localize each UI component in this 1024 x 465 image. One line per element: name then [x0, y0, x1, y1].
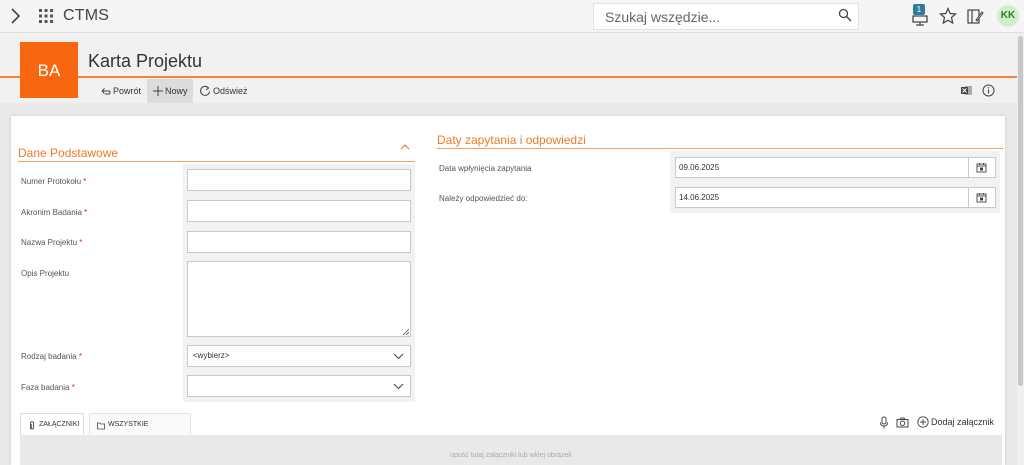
- protocol-number-label: Numer Protokołu *: [21, 177, 87, 186]
- tab-attachments-label: ZAŁĄCZNIKI: [39, 421, 80, 428]
- calendar-icon[interactable]: [976, 162, 987, 173]
- attachment-drop-zone[interactable]: [20, 435, 1002, 465]
- study-acronym-input[interactable]: [187, 200, 411, 222]
- add-circle-icon: [917, 416, 929, 428]
- resize-handle-icon[interactable]: [402, 328, 409, 335]
- search-icon[interactable]: [838, 8, 852, 22]
- plus-icon: [153, 86, 163, 96]
- study-type-select[interactable]: <wybierz>: [187, 345, 411, 367]
- info-icon[interactable]: [982, 84, 995, 97]
- paperclip-icon: [30, 421, 34, 430]
- chevron-down-icon: [393, 353, 404, 360]
- app-title[interactable]: CTMS: [63, 7, 109, 25]
- back-arrow-icon: [101, 88, 111, 95]
- calendar-icon[interactable]: [976, 192, 987, 203]
- study-acronym-label: Akronim Badania *: [21, 208, 88, 217]
- project-badge: BA: [20, 42, 78, 98]
- user-avatar[interactable]: KK: [997, 5, 1019, 27]
- favorite-star-icon[interactable]: [939, 7, 957, 25]
- refresh-icon: [200, 85, 210, 96]
- page-title: Karta Projektu: [88, 51, 203, 71]
- new-button[interactable]: Nowy: [147, 79, 193, 103]
- study-phase-label: Faza badania *: [21, 383, 75, 392]
- dates-section-underline: [437, 148, 1003, 149]
- tab-all-attachments[interactable]: WSZYSTKIE ZAŁĄCZNIKI: [89, 413, 191, 450]
- response-due-label: Należy odpowiedzieć do:: [439, 194, 528, 203]
- project-name-label: Nazwa Projektu *: [21, 238, 83, 247]
- response-due-input[interactable]: 14.06.2025: [675, 187, 996, 208]
- camera-icon[interactable]: [896, 417, 909, 428]
- project-name-input[interactable]: [187, 231, 411, 253]
- tab-attachments[interactable]: ZAŁĄCZNIKI: [20, 413, 84, 435]
- edit-panel-icon[interactable]: [966, 7, 984, 25]
- refresh-label: Odśwież: [213, 86, 248, 96]
- notification-badge: 1: [913, 4, 925, 15]
- add-attachment-label: Dodaj załącznik: [931, 417, 995, 427]
- inquiry-date-label: Data wpłynięcia zapytania: [439, 164, 532, 173]
- app-launcher-icon[interactable]: [39, 9, 53, 23]
- study-phase-select[interactable]: [187, 375, 411, 397]
- chevron-down-icon: [393, 383, 404, 390]
- top-bar: [0, 0, 1024, 33]
- expand-menu-icon[interactable]: [7, 7, 25, 25]
- folder-icon: [97, 422, 105, 430]
- study-type-value: <wybierz>: [193, 351, 230, 360]
- new-label: Nowy: [165, 86, 188, 96]
- dates-section-title: Daty zapytania i odpowiedzi: [437, 133, 586, 147]
- basic-section-title: Dane Podstawowe: [18, 146, 119, 160]
- protocol-number-input[interactable]: [187, 169, 411, 191]
- study-type-label: Rodzaj badania *: [21, 352, 82, 361]
- excel-export-icon[interactable]: [960, 84, 973, 97]
- add-attachment-button[interactable]: Dodaj załącznik: [917, 415, 997, 429]
- inquiry-date-input[interactable]: 09.06.2025: [675, 157, 996, 178]
- refresh-button[interactable]: Odśwież: [198, 79, 248, 103]
- basic-section-underline: [18, 161, 415, 162]
- inquiry-date-separator: [968, 157, 969, 178]
- response-due-separator: [968, 187, 969, 208]
- scrollbar-thumb[interactable]: [1018, 36, 1023, 386]
- microphone-icon[interactable]: [879, 416, 889, 429]
- back-button[interactable]: Powrót: [99, 79, 145, 103]
- project-description-label: Opis Projektu: [21, 269, 70, 278]
- search-input[interactable]: [594, 4, 824, 29]
- collapse-chevron-icon[interactable]: [399, 142, 411, 152]
- drop-zone-hint: upuść tutaj załączniki lub wklej obrazek: [450, 452, 572, 459]
- project-description-textarea[interactable]: [187, 261, 411, 337]
- header-divider: [0, 76, 1017, 78]
- back-label: Powrót: [113, 86, 142, 96]
- search-box: [593, 3, 859, 30]
